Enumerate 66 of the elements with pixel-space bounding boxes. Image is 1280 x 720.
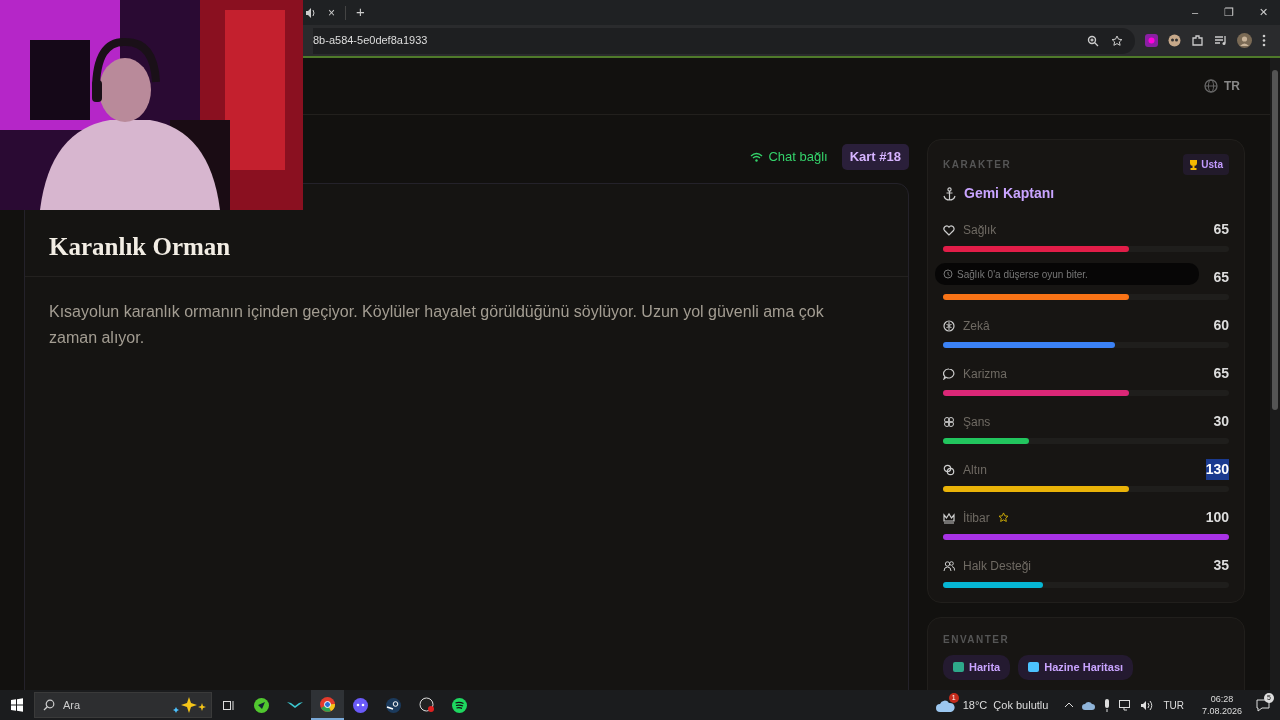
globe-icon[interactable] [1204, 79, 1218, 93]
address-bar[interactable]: 8b-a584-5e0def8a1933 [313, 27, 1135, 54]
restore-button[interactable]: ❐ [1212, 4, 1246, 21]
media-icon[interactable] [1214, 34, 1227, 47]
new-tab-button[interactable]: + [356, 1, 365, 24]
stat-name: Şans [963, 413, 991, 431]
extension-icon[interactable] [1145, 34, 1158, 47]
heart-icon [943, 223, 955, 236]
language-label[interactable]: TR [1224, 77, 1240, 95]
puzzle-icon[interactable] [1191, 34, 1204, 47]
stat-value: 30 [1213, 412, 1229, 431]
stat-name: Altın [963, 461, 987, 479]
tooltip: Sağlık 0'a düşerse oyun biter. [935, 263, 1199, 285]
wifi-icon [750, 152, 764, 162]
section-heading: KARAKTER [943, 158, 1012, 172]
rank-badge: Usta [1183, 154, 1229, 175]
coins-icon [943, 463, 955, 476]
section-heading: ENVANTER [943, 633, 1011, 647]
volume-icon[interactable] [1140, 699, 1154, 711]
close-button[interactable]: ✕ [1246, 4, 1280, 21]
clover-icon [943, 415, 955, 428]
stat-value: 100 [1205, 508, 1229, 527]
speech-bubble-icon [943, 367, 955, 380]
stat-value: 60 [1213, 316, 1229, 335]
avatar-icon[interactable] [1237, 33, 1252, 48]
close-tab-button[interactable]: × [328, 3, 335, 22]
cloud-icon[interactable] [1082, 700, 1096, 710]
cloud-icon [935, 699, 955, 713]
stat-name: Karizma [963, 365, 1007, 383]
anchor-icon [943, 186, 956, 201]
scene-description: Kısayolun karanlık ormanın içinden geçiyor. Köylüler hayalet görüldüğünü söylüyor. Uzun yol güvenli ama çok zaman alıyor. [48, 302, 825, 348]
search-icon [43, 699, 55, 711]
extension-icon[interactable] [1168, 34, 1181, 47]
network-icon[interactable] [1119, 699, 1133, 711]
card-number-badge: Kart #18 [841, 144, 909, 170]
trophy-icon [1189, 159, 1199, 170]
stat-value: 35 [1213, 556, 1229, 575]
star-icon[interactable] [1111, 34, 1123, 47]
stat-value: 65 [1213, 268, 1229, 287]
minimize-button[interactable]: – [1178, 4, 1212, 21]
menu-icon[interactable] [1262, 34, 1266, 47]
crown-icon [943, 511, 955, 524]
stat-value: 65 [1213, 220, 1229, 239]
microphone-icon[interactable] [1103, 698, 1112, 712]
stat-name: Zekâ [963, 317, 990, 335]
search-field[interactable]: Ara [34, 692, 212, 718]
inventory-item[interactable]: Harita [943, 655, 1011, 680]
stat-name: Halk Desteği [963, 557, 1032, 575]
speaker-icon [305, 7, 316, 18]
stat-value: 65 [1213, 364, 1229, 383]
character-name: Gemi Kaptanı [964, 184, 1055, 203]
stat-name: Sağlık [963, 221, 997, 239]
browser-icon[interactable] [311, 690, 344, 720]
inventory-item[interactable]: Hazine Haritası [1018, 655, 1134, 680]
clock-time[interactable]: 06:28 [1210, 693, 1234, 705]
weather-text[interactable]: 18°C Çok bulutlu [962, 696, 1049, 714]
chevron-icon[interactable] [1064, 702, 1075, 708]
scrollbar[interactable] [1270, 58, 1280, 690]
notification-icon[interactable] [1256, 699, 1270, 713]
people-icon [943, 559, 955, 572]
stat-name: İtibar [963, 509, 990, 527]
stat-value: 130 [1205, 459, 1229, 480]
input-language[interactable]: TUR [1163, 697, 1184, 713]
clock-date[interactable]: 7.08.2026 [1201, 705, 1242, 717]
connection-status: Chat bağlı [768, 148, 828, 167]
zoom-icon[interactable] [1087, 34, 1099, 47]
